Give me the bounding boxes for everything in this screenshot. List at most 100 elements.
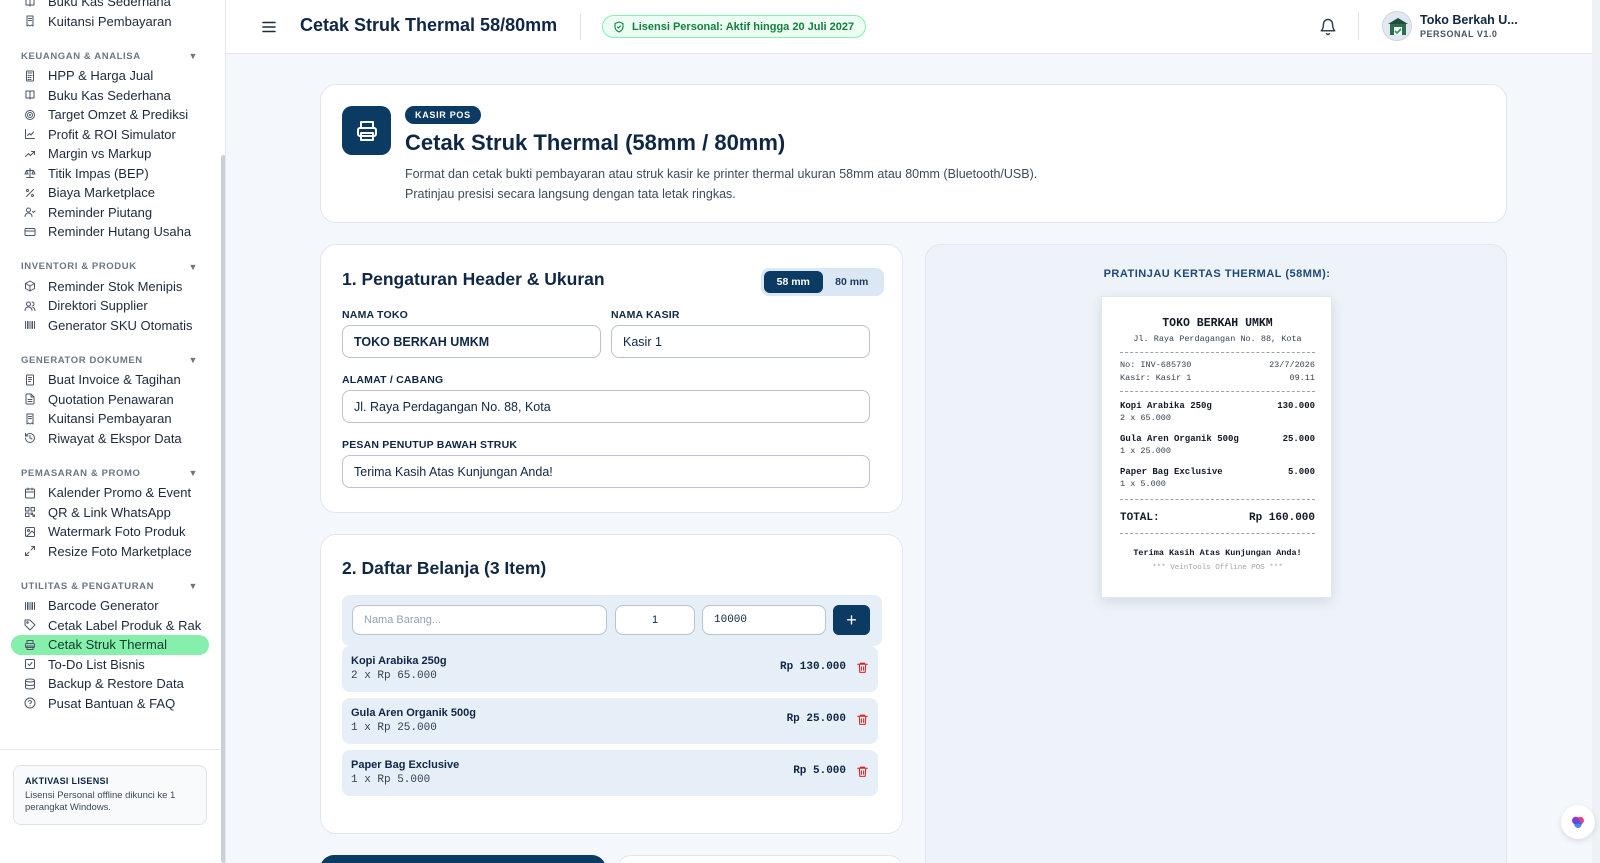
sidebar-item[interactable]: Kuitansi Pembayaran [0, 12, 220, 32]
line-chart-icon [24, 128, 36, 140]
receipt-date: 23/7/2026 [1269, 360, 1315, 370]
receipt-address: Jl. Raya Perdagangan No. 88, Kota [1133, 334, 1302, 344]
sidebar-item-label: To-Do List Bisnis [48, 656, 145, 672]
receipt-footer: Terima Kasih Atas Kunjungan Anda! [1133, 548, 1302, 558]
sidebar-section-header[interactable]: INVENTORI & PRODUK ▼ [0, 257, 220, 277]
sidebar-item[interactable]: Pusat Bantuan & FAQ [0, 694, 220, 714]
menu-icon[interactable] [260, 18, 278, 36]
trash-icon[interactable] [856, 713, 869, 726]
printer-icon [24, 639, 36, 651]
license-status-badge: Lisensi Personal: Aktif hingga 20 Juli 2… [602, 15, 867, 38]
sidebar-item[interactable]: Reminder Stok Menipis [0, 277, 220, 297]
sidebar-section-header[interactable]: GENERATOR DOKUMEN ▼ [0, 350, 220, 370]
receipt-item: Paper Bag Exclusive 5.000 1 x 5.000 [1120, 467, 1315, 489]
sidebar-item[interactable]: Buku Kas Sederhana [0, 0, 220, 12]
receipt-item-qty: 1 x 5.000 [1120, 479, 1166, 489]
size-option-80[interactable]: 80 mm [823, 271, 882, 293]
intro-desc-line: Pratinjau presisi secara langsung dengan… [405, 186, 736, 201]
sidebar-item[interactable]: Reminder Hutang Usaha [0, 222, 220, 242]
scale-icon [24, 167, 36, 179]
qr-icon [24, 506, 36, 518]
barcode-icon [24, 600, 36, 612]
thermal-receipt: TOKO BERKAH UMKM Jl. Raya Perdagangan No… [1101, 296, 1332, 598]
chevron-down-icon[interactable]: ▼ [188, 51, 198, 61]
chevron-down-icon[interactable]: ▼ [188, 355, 198, 365]
receipt-store-name: TOKO BERKAH UMKM [1162, 317, 1273, 330]
trash-icon[interactable] [856, 765, 869, 778]
sidebar-item[interactable]: Profit & ROI Simulator [0, 125, 220, 145]
page-scrollbar-track[interactable] [1592, 0, 1600, 863]
print-receipt-button[interactable] [320, 855, 606, 863]
avatar[interactable] [1382, 11, 1412, 41]
chevron-down-icon[interactable]: ▼ [188, 262, 198, 272]
sidebar-section-header[interactable]: UTILITAS & PENGATURAN ▼ [0, 576, 220, 596]
sidebar-item[interactable]: Generator SKU Otomatis [0, 316, 220, 336]
assistant-icon[interactable] [1561, 805, 1595, 839]
store-name-label: NAMA TOKO [342, 309, 408, 321]
license-activation-box[interactable]: AKTIVASI LISENSI Lisensi Personal offlin… [13, 765, 207, 825]
sidebar-item[interactable]: To-Do List Bisnis [0, 655, 220, 675]
sidebar-item[interactable]: Backup & Restore Data [0, 674, 220, 694]
printer-icon [342, 106, 391, 155]
footer-message-input[interactable]: Terima Kasih Atas Kunjungan Anda! [342, 455, 870, 488]
add-item-button[interactable]: + [833, 605, 870, 635]
user-name[interactable]: Toko Berkah U... [1420, 13, 1518, 27]
sidebar-item[interactable]: Cetak Label Produk & Rak [0, 616, 220, 636]
item-name-input[interactable]: Nama Barang... [352, 605, 607, 635]
history-icon [24, 432, 36, 444]
sidebar-item[interactable]: Cetak Struk Thermal [11, 635, 209, 655]
sidebar-item[interactable]: QR & Link WhatsApp [0, 503, 220, 523]
sidebar-item-label: Margin vs Markup [48, 146, 152, 162]
sidebar-item[interactable]: Target Omzet & Prediksi [0, 105, 220, 125]
receipt-invoice-no: No: INV-685730 [1120, 360, 1192, 370]
receipt-cashier: Kasir: Kasir 1 [1120, 373, 1192, 383]
license-title: AKTIVASI LISENSI [25, 776, 109, 786]
intro-title: Cetak Struk Thermal (58mm / 80mm) [405, 130, 786, 155]
chevron-down-icon[interactable]: ▼ [188, 468, 198, 478]
sidebar-item-label: Cetak Struk Thermal [48, 637, 167, 653]
sidebar-item[interactable]: Quotation Penawaran [0, 390, 220, 410]
secondary-action-button[interactable] [617, 855, 903, 863]
sidebar-item[interactable]: Titik Impas (BEP) [0, 164, 220, 184]
sidebar-item[interactable]: Kuitansi Pembayaran [0, 409, 220, 429]
sidebar-scrollbar[interactable] [221, 155, 225, 863]
sidebar-item-label: Kuitansi Pembayaran [48, 13, 172, 29]
item-total: Rp 130.000 [779, 661, 846, 673]
header-settings-card: 1. Pengaturan Header & Ukuran 58 mm 80 m… [320, 244, 903, 513]
store-name-input[interactable]: TOKO BERKAH UMKM [342, 325, 601, 358]
chevron-down-icon[interactable]: ▼ [188, 581, 198, 591]
sidebar-item[interactable]: Kalender Promo & Event [0, 483, 220, 503]
document-icon [24, 393, 36, 405]
sidebar-item[interactable]: Watermark Foto Produk [0, 522, 220, 542]
intro-description: Format dan cetak bukti pembayaran atau s… [405, 165, 1125, 204]
resize-icon [24, 545, 36, 557]
sidebar-item[interactable]: Resize Foto Marketplace [0, 542, 220, 562]
sidebar-section-title: GENERATOR DOKUMEN [21, 354, 143, 366]
sidebar-item[interactable]: Buat Invoice & Tagihan [0, 370, 220, 390]
sidebar-section-header[interactable]: KEUANGAN & ANALISA ▼ [0, 46, 220, 66]
page-intro-card: KASIR POS Cetak Struk Thermal (58mm / 80… [320, 84, 1507, 223]
cashier-name-input[interactable]: Kasir 1 [611, 325, 870, 358]
sidebar-item[interactable]: Riwayat & Ekspor Data [0, 429, 220, 449]
sidebar-item[interactable]: Barcode Generator [0, 596, 220, 616]
users-icon [24, 300, 36, 312]
sidebar-divider [0, 749, 220, 750]
sidebar-item[interactable]: HPP & Harga Jual [0, 66, 220, 86]
calendar-icon [24, 487, 36, 499]
bell-icon[interactable] [1319, 18, 1337, 36]
tag-icon [24, 619, 36, 631]
address-input[interactable]: Jl. Raya Perdagangan No. 88, Kota [342, 390, 870, 423]
sidebar-item[interactable]: Direktori Supplier [0, 296, 220, 316]
sidebar-item-label: Reminder Hutang Usaha [48, 224, 192, 240]
size-option-58[interactable]: 58 mm [764, 271, 823, 293]
sidebar-item[interactable]: Margin vs Markup [0, 144, 220, 164]
item-price-input[interactable]: 10000 [702, 605, 826, 635]
sidebar-item[interactable]: Buku Kas Sederhana [0, 86, 220, 106]
item-qty-input[interactable]: 1 [615, 605, 695, 635]
item-name: Paper Bag Exclusive [351, 759, 460, 771]
trash-icon[interactable] [856, 661, 869, 674]
sidebar-item[interactable]: Reminder Piutang [0, 203, 220, 223]
receipt-item: Gula Aren Organik 500g 25.000 1 x 25.000 [1120, 434, 1315, 456]
sidebar-item[interactable]: Biaya Marketplace [0, 183, 220, 203]
sidebar-section-header[interactable]: PEMASARAN & PROMO ▼ [0, 463, 220, 483]
